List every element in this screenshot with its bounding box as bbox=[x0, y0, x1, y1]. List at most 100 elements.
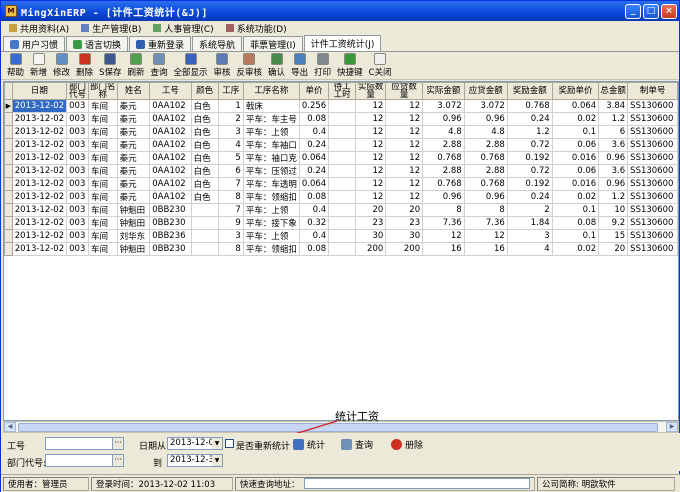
table-cell[interactable]: 车间 bbox=[87, 216, 118, 230]
table-cell[interactable]: 2 bbox=[217, 112, 244, 126]
table-cell[interactable] bbox=[190, 242, 219, 256]
table-cell[interactable]: 0.1 bbox=[551, 229, 600, 243]
table-cell[interactable]: 003 bbox=[66, 242, 89, 256]
table-cell[interactable]: 0.96 bbox=[422, 190, 465, 204]
help-button[interactable]: 帮助 bbox=[4, 52, 27, 79]
print-button[interactable]: 打印 bbox=[311, 52, 334, 79]
table-cell[interactable] bbox=[190, 229, 219, 243]
table-cell[interactable]: 车间 bbox=[87, 125, 118, 139]
table-cell[interactable]: 20 bbox=[598, 242, 629, 256]
tab-4[interactable]: 菲票管理(I) bbox=[243, 36, 303, 51]
table-cell[interactable]: 车间 bbox=[87, 138, 118, 152]
table-cell[interactable]: 3.072 bbox=[422, 99, 465, 113]
table-row[interactable]: 2013-12-02 003 车间 钟魁田 0BB230 7 平车：上领 0.4 20 20 8 8 2… bbox=[4, 203, 678, 217]
table-cell[interactable]: 12 bbox=[422, 229, 465, 243]
table-row[interactable]: 2013-12-02 003 车间 秦元 0AA102 白色 6 平车：压领过 0.24 12 12… bbox=[4, 164, 678, 178]
column-header[interactable]: 部门代号 bbox=[66, 82, 89, 100]
table-cell[interactable]: 3.84 bbox=[598, 99, 629, 113]
table-cell[interactable]: 平车：上领 bbox=[242, 203, 300, 217]
table-cell[interactable]: 2013-12-02 bbox=[11, 177, 68, 191]
table-cell[interactable]: 2013-12-02 bbox=[11, 190, 68, 204]
refresh-button[interactable]: 刷新 bbox=[124, 52, 147, 79]
menu-item-2[interactable]: 人事管理(C) bbox=[147, 22, 219, 35]
delete-button[interactable]: 删除 bbox=[73, 52, 96, 79]
table-cell[interactable]: SS130600 bbox=[627, 151, 678, 165]
column-header[interactable]: 应贷金额 bbox=[463, 82, 508, 100]
row-indicator[interactable] bbox=[4, 190, 13, 204]
date-from-dropdown-icon[interactable]: ▼ bbox=[212, 438, 222, 449]
table-cell[interactable]: 0.96 bbox=[463, 190, 508, 204]
table-cell[interactable]: 平车：压领过 bbox=[242, 164, 300, 178]
add-button[interactable]: 新增 bbox=[27, 52, 50, 79]
table-cell[interactable]: 0.72 bbox=[506, 164, 553, 178]
table-cell[interactable]: 0.192 bbox=[506, 151, 553, 165]
table-cell[interactable]: 003 bbox=[66, 164, 89, 178]
table-cell[interactable]: 车间 bbox=[87, 164, 118, 178]
table-cell[interactable] bbox=[328, 112, 357, 126]
table-cell[interactable]: 0.96 bbox=[422, 112, 465, 126]
table-cell[interactable]: 12 bbox=[355, 151, 387, 165]
tab-0[interactable]: 用户习惯 bbox=[3, 36, 66, 51]
table-cell[interactable]: 12 bbox=[463, 229, 508, 243]
table-cell[interactable]: 003 bbox=[66, 125, 89, 139]
table-cell[interactable]: 秦元 bbox=[116, 177, 151, 191]
table-cell[interactable]: 0.768 bbox=[422, 151, 465, 165]
table-row[interactable]: 2013-12-02 003 车间 刘华东 0BB236 3 平车：上领 0.4 30 30 12 1… bbox=[4, 229, 678, 243]
maximize-button[interactable]: □ bbox=[643, 3, 659, 19]
table-cell[interactable]: 3.6 bbox=[598, 164, 629, 178]
menu-item-3[interactable]: 系统功能(D) bbox=[220, 22, 293, 35]
table-cell[interactable]: 15 bbox=[598, 229, 629, 243]
row-indicator[interactable] bbox=[4, 229, 13, 243]
menu-item-1[interactable]: 生产管理(B) bbox=[75, 22, 147, 35]
table-cell[interactable]: 平车：接下象 bbox=[242, 216, 300, 230]
table-cell[interactable]: 0.06 bbox=[551, 138, 600, 152]
table-cell[interactable]: SS130600 bbox=[627, 190, 678, 204]
menu-item-0[interactable]: 共用资料(A) bbox=[3, 22, 75, 35]
table-cell[interactable]: 003 bbox=[66, 216, 89, 230]
table-cell[interactable]: 3.6 bbox=[598, 138, 629, 152]
column-header[interactable]: 工序 bbox=[217, 82, 244, 100]
close-button[interactable]: × bbox=[661, 3, 677, 19]
table-cell[interactable]: 戟床 bbox=[242, 99, 300, 113]
table-cell[interactable]: 1.2 bbox=[506, 125, 553, 139]
table-cell[interactable]: 0.96 bbox=[598, 151, 629, 165]
table-cell[interactable]: 1 bbox=[217, 99, 244, 113]
table-row[interactable]: 2013-12-02 003 车间 钟魁田 0BB230 9 平车：接下象 0.32 23 23 7… bbox=[4, 216, 678, 230]
table-cell[interactable]: 0.4 bbox=[298, 203, 330, 217]
table-cell[interactable]: 200 bbox=[385, 242, 424, 256]
scroll-left-icon[interactable]: ◀ bbox=[4, 422, 16, 432]
table-cell[interactable]: 钟魁田 bbox=[116, 242, 151, 256]
table-cell[interactable]: 6 bbox=[598, 125, 629, 139]
emp-no-input[interactable] bbox=[45, 437, 113, 450]
delete-filter-button[interactable]: 册除 bbox=[391, 438, 423, 451]
column-header[interactable]: 实际数量 bbox=[355, 82, 387, 100]
column-header[interactable]: 部门名称 bbox=[87, 82, 118, 100]
date-to-dropdown-icon[interactable]: ▼ bbox=[212, 455, 222, 466]
table-cell[interactable]: 0.1 bbox=[551, 203, 600, 217]
table-cell[interactable]: 4 bbox=[506, 242, 553, 256]
confirm-button[interactable]: 确认 bbox=[265, 52, 288, 79]
table-cell[interactable]: 0.08 bbox=[298, 112, 330, 126]
table-cell[interactable]: 2013-12-02 bbox=[11, 216, 68, 230]
table-cell[interactable]: 12 bbox=[385, 151, 424, 165]
column-header[interactable]: 颜色 bbox=[190, 82, 219, 100]
column-header[interactable]: 实际金额 bbox=[422, 82, 465, 100]
table-cell[interactable]: 平车：领缩扣 bbox=[242, 242, 300, 256]
table-cell[interactable] bbox=[328, 242, 357, 256]
title-bar[interactable]: M MingXinERP - [计件工资统计(&J)] _ □ × bbox=[1, 1, 679, 21]
table-cell[interactable]: 1.2 bbox=[598, 112, 629, 126]
row-indicator[interactable]: ▶ bbox=[4, 99, 13, 113]
table-cell[interactable]: 12 bbox=[355, 138, 387, 152]
column-header[interactable]: 工号 bbox=[149, 82, 192, 100]
table-cell[interactable]: 8 bbox=[422, 203, 465, 217]
table-cell[interactable]: 2.88 bbox=[422, 164, 465, 178]
table-cell[interactable]: 0.06 bbox=[551, 164, 600, 178]
table-cell[interactable]: 0AA102 bbox=[149, 112, 192, 126]
table-cell[interactable]: 平车：领缩扣 bbox=[242, 190, 300, 204]
table-cell[interactable]: 2.88 bbox=[422, 138, 465, 152]
tab-3[interactable]: 系统导航 bbox=[192, 36, 243, 51]
table-cell[interactable] bbox=[190, 216, 219, 230]
table-cell[interactable]: 0.02 bbox=[551, 112, 600, 126]
table-cell[interactable]: 2013-12-02 bbox=[11, 99, 68, 113]
table-cell[interactable]: 秦元 bbox=[116, 125, 151, 139]
